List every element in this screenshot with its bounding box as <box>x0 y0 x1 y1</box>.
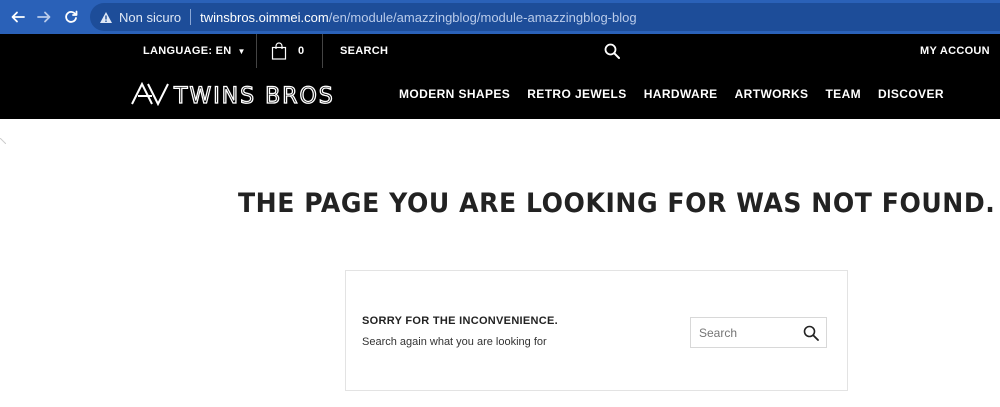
nav-artworks[interactable]: ARTWORKS <box>735 87 809 101</box>
nav-team[interactable]: TEAM <box>825 87 861 101</box>
not-found-card: SORRY FOR THE INCONVENIENCE. Search agai… <box>345 270 848 391</box>
twins-bros-logo[interactable]: TWINS BROS <box>130 81 346 110</box>
page-title: THE PAGE YOU ARE LOOKING FOR WAS NOT FOU… <box>238 188 996 219</box>
nav-retro-jewels[interactable]: RETRO JEWELS <box>527 87 626 101</box>
scrollbar[interactable] <box>990 34 1000 68</box>
cart-count: 0 <box>298 45 305 57</box>
divider <box>322 34 323 68</box>
address-divider <box>190 9 192 25</box>
search-field[interactable] <box>690 317 827 348</box>
nav-discover[interactable]: DISCOVER <box>878 87 944 101</box>
sorry-subtitle: Search again what you are looking for <box>362 336 547 348</box>
nav-hardware[interactable]: HARDWARE <box>644 87 718 101</box>
search-input[interactable] <box>691 325 791 340</box>
address-bar[interactable]: Non sicuro twinsbros.oimmei.com/en/modul… <box>90 3 1000 31</box>
arrow-left-icon <box>11 11 25 23</box>
back-button[interactable] <box>8 7 28 27</box>
reload-button[interactable] <box>61 7 81 27</box>
main-navigation: TWINS BROS MODERN SHAPES RETRO JEWELS HA… <box>0 68 1000 119</box>
svg-text:TWINS BROS: TWINS BROS <box>173 84 335 106</box>
warning-icon[interactable] <box>99 10 113 24</box>
search-icon[interactable] <box>803 325 819 341</box>
my-account-link[interactable]: MY ACCOUNT <box>920 34 997 68</box>
reload-icon <box>65 10 78 23</box>
forward-button[interactable] <box>34 7 54 27</box>
insecure-label[interactable]: Non sicuro <box>119 10 181 25</box>
shopping-bag-icon <box>271 42 287 60</box>
header-search-button[interactable] <box>604 34 620 68</box>
nav-modern-shapes[interactable]: MODERN SHAPES <box>399 87 510 101</box>
primary-menu: MODERN SHAPES RETRO JEWELS HARDWARE ARTW… <box>399 68 961 119</box>
language-selector[interactable]: LANGUAGE: EN ▼ <box>143 34 246 68</box>
header-search-label[interactable]: SEARCH <box>340 34 388 68</box>
browser-toolbar: Non sicuro twinsbros.oimmei.com/en/modul… <box>0 0 1000 34</box>
url-host[interactable]: twinsbros.oimmei.com <box>200 10 329 25</box>
corner-mark <box>0 138 6 144</box>
language-label: LANGUAGE: EN <box>143 45 232 57</box>
url-path[interactable]: /en/module/amazzingblog/module-amazzingb… <box>329 10 637 25</box>
cart-button[interactable]: 0 <box>271 34 304 68</box>
arrow-right-icon <box>37 11 51 23</box>
divider <box>256 34 257 68</box>
utility-bar: LANGUAGE: EN ▼ 0 SEARCH MY ACCOUNT <box>0 34 1000 68</box>
sorry-title: SORRY FOR THE INCONVENIENCE. <box>362 315 559 327</box>
search-icon <box>604 43 620 59</box>
caret-down-icon: ▼ <box>237 46 246 56</box>
